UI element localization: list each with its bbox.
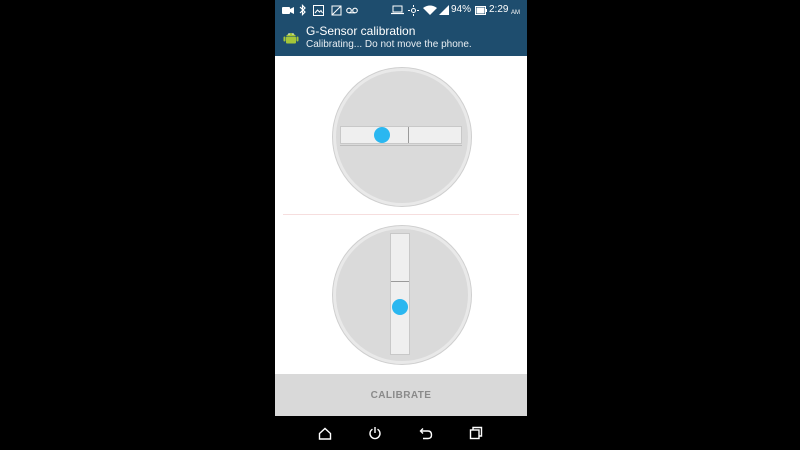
- home-icon[interactable]: [316, 424, 334, 442]
- laptop-icon: [391, 4, 404, 16]
- gallery-icon: [313, 4, 324, 16]
- horizontal-tube-shadow: [340, 145, 462, 146]
- status-message: Calibrating... Do not move the phone.: [306, 39, 472, 50]
- sync-icon: [331, 4, 342, 16]
- vertical-level-gauge: [333, 226, 471, 364]
- calibrate-button[interactable]: CALIBRATE: [275, 374, 527, 416]
- horizontal-level-tube: [340, 126, 462, 144]
- battery-percent: 94%: [451, 4, 472, 15]
- phone-screen: 94% 2:29 AM G-Sensor calibration Calibra…: [275, 0, 527, 450]
- calibration-panel: [275, 56, 527, 374]
- signal-icon: [439, 4, 449, 16]
- status-time: 2:29: [489, 4, 509, 15]
- vertical-level-bubble: [392, 299, 408, 315]
- wifi-icon: [423, 4, 437, 16]
- horizontal-level-gauge: [333, 68, 471, 206]
- vertical-level-tube: [390, 233, 410, 355]
- android-icon: [282, 28, 300, 46]
- horizontal-level-bubble: [374, 127, 390, 143]
- status-ampm: AM: [511, 10, 520, 16]
- page-title: G-Sensor calibration: [306, 24, 416, 38]
- divider: [283, 214, 519, 215]
- nfc-icon: [408, 4, 419, 16]
- screen: 94% 2:29 AM G-Sensor calibration Calibra…: [0, 0, 800, 450]
- vertical-center-mark: [391, 281, 409, 282]
- recents-icon[interactable]: [467, 424, 485, 442]
- navigation-bar: [275, 416, 527, 450]
- battery-icon: [475, 4, 487, 16]
- camera-icon: [282, 4, 294, 16]
- horizontal-center-mark: [408, 127, 409, 143]
- bluetooth-icon: [299, 4, 307, 16]
- power-icon[interactable]: [366, 424, 384, 442]
- app-header: G-Sensor calibration Calibrating... Do n…: [275, 20, 527, 56]
- voicemail-icon: [346, 4, 358, 16]
- status-bar: 94% 2:29 AM: [275, 0, 527, 20]
- back-icon[interactable]: [417, 424, 435, 442]
